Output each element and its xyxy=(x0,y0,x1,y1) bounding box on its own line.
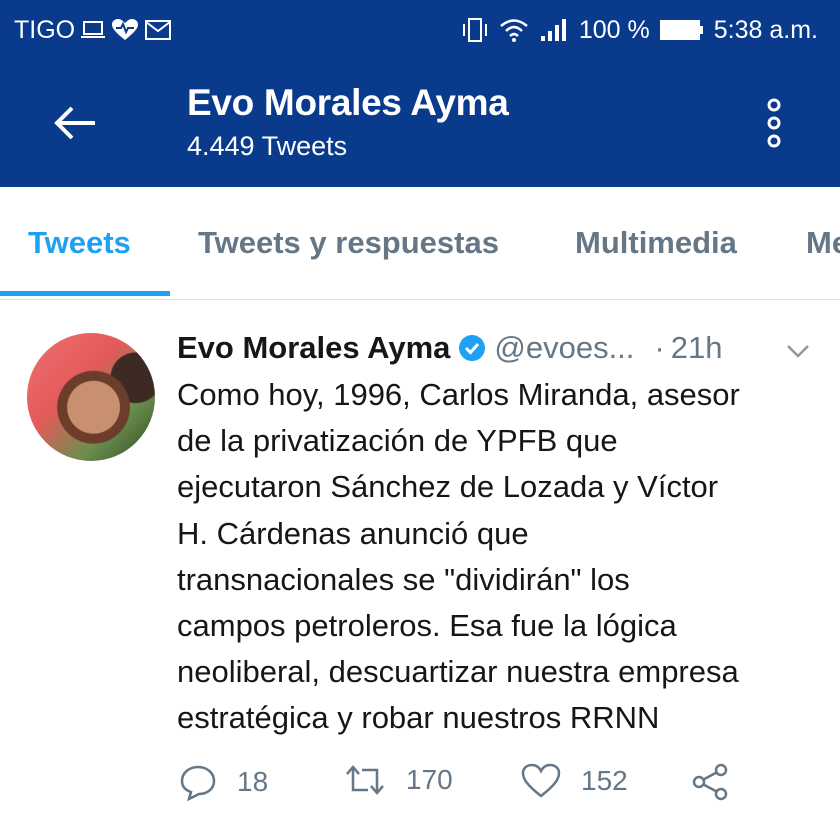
tweet-count: 4.449 Tweets xyxy=(187,131,348,161)
tab-tweets[interactable]: Tweets xyxy=(28,225,131,261)
tweet-author-name[interactable]: Evo Morales Ayma xyxy=(177,330,450,366)
tweet-time[interactable]: 21h xyxy=(671,330,723,366)
mail-icon xyxy=(145,20,172,40)
vibrate-icon xyxy=(461,17,489,43)
tweet-card[interactable]: Evo Morales Ayma @evoes... · 21h Como ho… xyxy=(0,300,840,838)
profile-header: Evo Morales Ayma 4.449 Tweets xyxy=(0,60,840,187)
heart-pulse-icon xyxy=(111,18,139,42)
separator-dot: · xyxy=(654,330,665,365)
carrier-label: TIGO xyxy=(14,15,76,44)
signal-icon xyxy=(539,18,569,42)
retweet-icon xyxy=(344,763,386,797)
retweet-button[interactable]: 170 xyxy=(344,763,453,797)
share-icon xyxy=(691,763,731,801)
like-count: 152 xyxy=(581,765,628,796)
laptop-icon xyxy=(81,20,106,40)
battery-percent: 100 % xyxy=(578,15,650,44)
share-button[interactable] xyxy=(691,763,731,801)
like-button[interactable]: 152 xyxy=(521,763,628,799)
tweet-text: Como hoy, 1996, Carlos Miranda, asesor d… xyxy=(177,377,740,736)
reply-count: 18 xyxy=(237,766,269,797)
active-tab-indicator xyxy=(0,291,170,296)
tab-tweets-y-respuestas[interactable]: Tweets y respuestas xyxy=(198,225,499,261)
heart-icon xyxy=(521,763,561,799)
tab-multimedia[interactable]: Multimedia xyxy=(575,225,737,261)
tweet-header: Evo Morales Ayma @evoes... · 21h xyxy=(177,330,722,366)
tweet-handle[interactable]: @evoes... xyxy=(494,330,634,366)
tab-me[interactable]: Me xyxy=(806,225,840,261)
verified-badge-icon xyxy=(458,334,486,362)
more-options-icon[interactable] xyxy=(752,96,796,150)
avatar[interactable] xyxy=(27,333,155,461)
tweet-actions: 18 170 152 xyxy=(177,763,817,803)
profile-name-title: Evo Morales Ayma xyxy=(187,82,509,123)
clock: 5:38 a.m. xyxy=(713,15,818,44)
profile-tabs: Tweets Tweets y respuestas Multimedia Me xyxy=(0,187,840,300)
battery-icon xyxy=(659,19,704,41)
status-bar: TIGO 100 % 5:38 a.m. xyxy=(0,0,840,60)
back-arrow-icon[interactable] xyxy=(50,98,100,148)
wifi-icon xyxy=(499,18,529,42)
reply-button[interactable]: 18 xyxy=(179,763,268,801)
retweet-count: 170 xyxy=(406,764,453,795)
chevron-down-icon[interactable] xyxy=(784,342,812,360)
reply-icon xyxy=(179,763,217,801)
